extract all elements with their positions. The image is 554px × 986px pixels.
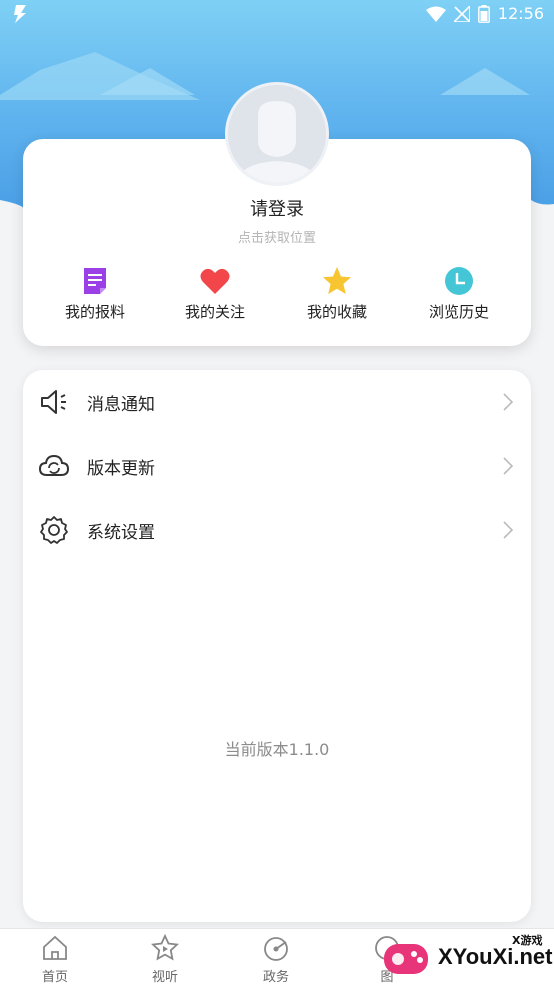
video-star-icon (150, 933, 180, 961)
default-avatar-icon[interactable] (225, 82, 329, 186)
wifi-icon (425, 6, 446, 22)
quick-action-history[interactable]: 浏览历史 (404, 265, 514, 322)
chevron-right-icon (503, 521, 514, 539)
app-bolt-icon (12, 4, 28, 29)
menu-item-notifications[interactable]: 消息通知 (23, 372, 531, 432)
star-icon (321, 265, 353, 297)
location-prompt[interactable]: 点击获取位置 (23, 227, 531, 246)
login-prompt[interactable]: 请登录 (23, 195, 531, 221)
quick-action-follows[interactable]: 我的关注 (160, 265, 270, 322)
speaker-icon (41, 390, 66, 414)
gamepad-logo-icon (384, 944, 428, 974)
tab-media[interactable]: 视听 (110, 929, 220, 986)
quick-action-favorites[interactable]: 我的收藏 (282, 265, 392, 322)
status-bar: 12:56 (0, 0, 554, 30)
heart-icon (199, 265, 231, 297)
report-document-icon (79, 265, 111, 297)
quick-action-label: 我的收藏 (306, 303, 367, 321)
tab-label: 视听 (151, 970, 178, 985)
government-icon (264, 937, 288, 961)
menu-item-label: 版本更新 (87, 458, 155, 479)
clock-icon (443, 265, 475, 297)
chevron-right-icon (503, 393, 514, 411)
tab-home[interactable]: 首页 (0, 929, 110, 986)
tab-label: 政务 (262, 970, 289, 985)
quick-action-label: 浏览历史 (428, 303, 489, 321)
quick-action-label: 我的关注 (184, 303, 245, 321)
quick-action-label: 我的报料 (64, 303, 125, 321)
no-signal-icon (453, 5, 470, 22)
watermark-logo: X游戏 XYouXi.net (378, 930, 553, 984)
cloud-sync-icon (39, 454, 69, 476)
home-icon (43, 935, 67, 960)
watermark-text: XYouXi.net (438, 944, 553, 969)
menu-item-label: 系统设置 (87, 522, 155, 543)
menu-item-settings[interactable]: 系统设置 (23, 500, 531, 560)
status-time: 12:56 (497, 4, 544, 23)
menu-item-version-update[interactable]: 版本更新 (23, 436, 531, 496)
menu-item-label: 消息通知 (87, 394, 155, 415)
chevron-right-icon (503, 457, 514, 475)
quick-action-reports[interactable]: 我的报料 (40, 265, 150, 322)
tab-government[interactable]: 政务 (221, 929, 331, 986)
version-text: 当前版本1.1.0 (224, 740, 330, 759)
battery-icon (477, 4, 490, 23)
tab-label: 首页 (41, 970, 68, 985)
menu-card: 消息通知 版本更新 系统设置 当前版本1.1.0 (23, 370, 531, 922)
status-icons: 12:56 (425, 4, 544, 23)
gear-icon (40, 516, 68, 544)
